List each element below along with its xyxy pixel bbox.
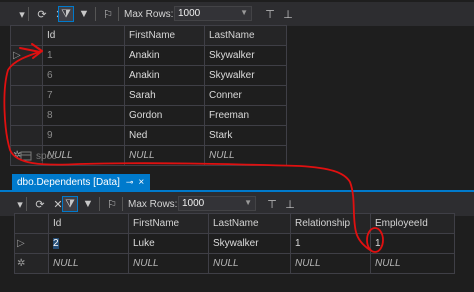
filter-icon[interactable]: ▼	[80, 196, 96, 212]
cell-lastname[interactable]: Skywalker	[208, 233, 291, 254]
cell-id[interactable]: 6	[42, 65, 125, 86]
cell-id[interactable]: 9	[42, 125, 125, 146]
cell-relationship[interactable]: NULL	[290, 253, 371, 274]
export-icon[interactable]: ⊤	[262, 6, 278, 22]
max-rows-select[interactable]: 1000 ▼	[178, 196, 256, 211]
employees-grid: Id FirstName LastName ▷ 1 Anakin Skywalk…	[10, 25, 287, 166]
max-rows-select[interactable]: 1000 ▼	[174, 6, 252, 21]
table-row[interactable]: 8 Gordon Freeman	[10, 105, 287, 126]
max-rows-value: 1000	[182, 198, 205, 209]
chevron-down-icon: ▼	[244, 198, 252, 207]
tab-dependents-data[interactable]: dbo.Dependents [Data] ⊸ ×	[12, 174, 151, 190]
export-icon[interactable]: ⊤	[264, 196, 280, 212]
cell-firstname[interactable]: Ned	[124, 125, 205, 146]
toolbar-separator	[99, 197, 100, 211]
table-row[interactable]: ▷ 1 Anakin Skywalker	[10, 45, 287, 66]
cell-id[interactable]: 8	[42, 105, 125, 126]
top-toolbar: ▾ ⟳ ✕ ⧩ ▼ ⚐ Max Rows: 1000 ▼ ⊤ ⊥	[0, 2, 474, 26]
cell-firstname[interactable]: Sarah	[124, 85, 205, 106]
cell-lastname[interactable]: Skywalker	[204, 45, 287, 66]
table-row[interactable]: 9 Ned Stark	[10, 125, 287, 146]
corner-cell[interactable]	[14, 213, 49, 234]
toolbar-separator	[28, 7, 29, 21]
cell-firstname[interactable]: Gordon	[124, 105, 205, 126]
cell-firstname[interactable]: Anakin	[124, 45, 205, 66]
pin-icon[interactable]: ⊸	[126, 177, 134, 187]
toolbar-separator	[95, 7, 96, 21]
close-icon[interactable]: ×	[138, 177, 144, 188]
filter-icon[interactable]: ▼	[76, 6, 92, 22]
cell-relationship[interactable]: 1	[290, 233, 371, 254]
column-header-firstname[interactable]: FirstName	[124, 25, 205, 46]
chevron-down-icon: ▼	[240, 8, 248, 17]
cell-lastname[interactable]: Stark	[204, 125, 287, 146]
filter-toggle-icon[interactable]: ⧩	[58, 6, 74, 22]
toolbar-separator	[26, 197, 27, 211]
cell-firstname[interactable]: Anakin	[124, 65, 205, 86]
import-icon[interactable]: ⊥	[280, 6, 296, 22]
row-selector[interactable]	[10, 65, 43, 86]
toolbar-separator	[118, 7, 119, 21]
cell-id[interactable]: 1	[42, 45, 125, 66]
script-icon[interactable]: ⚐	[100, 6, 116, 22]
cell-employeeid[interactable]: 1	[370, 233, 455, 254]
filter-toggle-icon[interactable]: ⧩	[62, 196, 78, 212]
toolbar-separator	[122, 197, 123, 211]
max-rows-label: Max Rows:	[124, 9, 174, 20]
cell-lastname[interactable]: Skywalker	[204, 65, 287, 86]
max-rows-label: Max Rows:	[128, 199, 178, 210]
table-row[interactable]: 6 Anakin Skywalker	[10, 65, 287, 86]
row-selector[interactable]	[10, 85, 43, 106]
cell-lastname[interactable]: NULL	[208, 253, 291, 274]
table-icon	[20, 151, 32, 161]
column-header-lastname[interactable]: LastName	[204, 25, 287, 46]
table-row[interactable]: ▷ 2 Luke Skywalker 1 1	[14, 233, 455, 254]
new-row[interactable]: ✲ NULL NULL NULL NULL NULL	[14, 253, 455, 274]
background-tab-label[interactable]: spcc	[36, 151, 57, 162]
refresh-icon[interactable]: ⟳	[34, 6, 50, 22]
table-row[interactable]: 7 Sarah Conner	[10, 85, 287, 106]
column-header-relationship[interactable]: Relationship	[290, 213, 371, 234]
cell-id[interactable]: NULL	[48, 253, 129, 274]
column-header-id[interactable]: Id	[42, 25, 125, 46]
column-header-id[interactable]: Id	[48, 213, 129, 234]
row-selector[interactable]: ▷	[14, 233, 49, 254]
cell-firstname[interactable]: NULL	[128, 253, 209, 274]
cell-id[interactable]: 2	[48, 233, 129, 254]
column-header-lastname[interactable]: LastName	[208, 213, 291, 234]
cell-lastname[interactable]: Freeman	[204, 105, 287, 126]
row-selector[interactable]	[10, 105, 43, 126]
import-icon[interactable]: ⊥	[282, 196, 298, 212]
row-selector[interactable]	[10, 125, 43, 146]
column-header-firstname[interactable]: FirstName	[128, 213, 209, 234]
cell-id[interactable]: 7	[42, 85, 125, 106]
refresh-icon[interactable]: ⟳	[32, 196, 48, 212]
row-selector[interactable]: ✲	[14, 253, 49, 274]
tab-label: dbo.Dependents [Data]	[17, 177, 120, 188]
header-row: Id FirstName LastName	[10, 25, 287, 46]
corner-cell[interactable]	[10, 25, 43, 46]
current-row-icon: ▷	[13, 50, 21, 61]
cell-firstname[interactable]: NULL	[124, 145, 205, 166]
cell-lastname[interactable]: Conner	[204, 85, 287, 106]
header-row: Id FirstName LastName Relationship Emplo…	[14, 213, 455, 234]
current-row-icon: ▷	[17, 238, 25, 249]
cell-id-value: 2	[53, 238, 59, 249]
dependents-grid: Id FirstName LastName Relationship Emplo…	[14, 213, 455, 274]
new-row-icon: ✲	[17, 258, 26, 269]
row-selector[interactable]: ▷	[10, 45, 43, 66]
column-header-employeeid[interactable]: EmployeeId	[370, 213, 455, 234]
cell-employeeid[interactable]: NULL	[370, 253, 455, 274]
cell-lastname[interactable]: NULL	[204, 145, 287, 166]
cell-firstname[interactable]: Luke	[128, 233, 209, 254]
script-icon[interactable]: ⚐	[104, 196, 120, 212]
max-rows-value: 1000	[178, 8, 201, 19]
